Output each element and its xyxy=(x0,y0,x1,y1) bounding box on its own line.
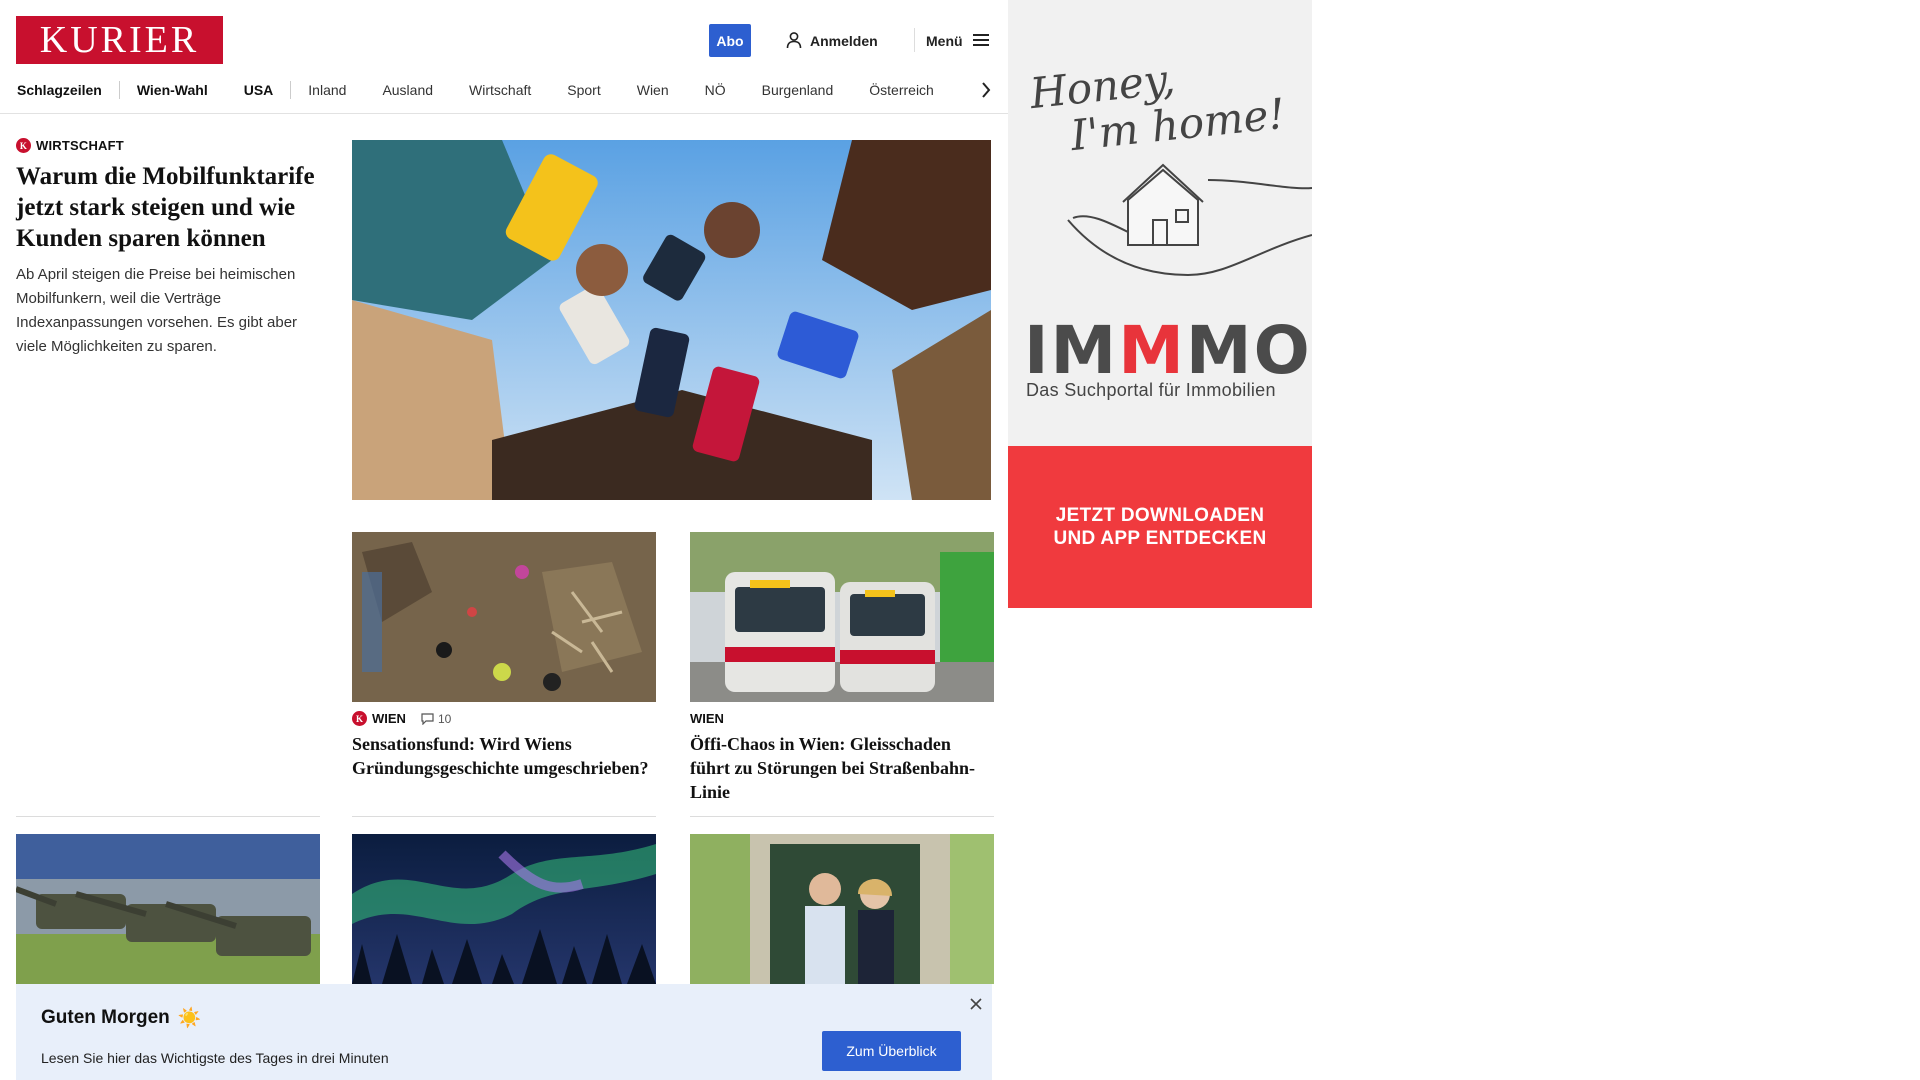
nav-item-oesterreich[interactable]: Österreich xyxy=(869,82,934,98)
nav-item-wien-wahl[interactable]: Wien-Wahl xyxy=(137,82,208,98)
morning-briefing-banner: Guten Morgen ☀️ Lesen Sie hier das Wicht… xyxy=(16,984,992,1080)
hamburger-icon xyxy=(972,33,989,50)
nav-scroll-right-button[interactable] xyxy=(974,78,998,102)
abo-button[interactable]: Abo xyxy=(709,24,751,57)
ad-subtitle: Das Suchportal für Immobilien xyxy=(1026,380,1276,400)
advertisement[interactable]: Honey, I'm home! IMMMO Das Suchportal fü… xyxy=(1008,0,1312,608)
lead-category: Wirtschaft xyxy=(36,138,124,153)
article-headline[interactable]: Sensationsfund: Wird Wiens Gründungsgesc… xyxy=(352,732,656,780)
login-button[interactable]: Anmelden xyxy=(786,30,878,52)
menu-label: Menü xyxy=(926,33,963,49)
article-card[interactable]: Wien Öffi-Chaos in Wien: Gleisschaden fü… xyxy=(690,532,994,804)
nav-item-ausland[interactable]: Ausland xyxy=(382,82,433,98)
ad-cta-line2: UND APP ENTDECKEN xyxy=(1053,528,1267,549)
lead-article[interactable]: K Wirtschaft Warum die Mobilfunktarife j… xyxy=(16,138,322,359)
divider xyxy=(16,816,320,817)
article-image[interactable] xyxy=(352,532,656,702)
article-meta: Wien xyxy=(690,711,994,726)
article-headline[interactable]: Öffi-Chaos in Wien: Gleisschaden führt z… xyxy=(690,732,994,804)
banner-title-text: Guten Morgen xyxy=(41,1007,170,1028)
nav-item-inland[interactable]: Inland xyxy=(308,82,346,98)
comment-count-value: 10 xyxy=(437,711,452,726)
article-image[interactable] xyxy=(690,834,994,984)
menu-button[interactable]: Menü xyxy=(926,30,989,52)
lead-image[interactable] xyxy=(352,140,991,500)
ad-tagline: Honey, I'm home! xyxy=(1028,45,1288,163)
article-image[interactable] xyxy=(690,532,994,702)
chevron-right-icon xyxy=(982,82,991,98)
nav-item-schlagzeilen[interactable]: Schlagzeilen xyxy=(17,82,102,98)
login-label: Anmelden xyxy=(810,33,878,49)
ad-download-button[interactable]: JETZT DOWNLOADEN UND APP ENTDECKEN xyxy=(1008,446,1312,608)
close-icon xyxy=(970,998,982,1010)
kurier-plus-badge: K xyxy=(352,711,367,726)
lead-kicker: K Wirtschaft xyxy=(16,138,322,153)
section-nav: Schlagzeilen Wien-Wahl USA Inland Auslan… xyxy=(17,79,934,101)
close-button[interactable] xyxy=(966,994,986,1014)
article-category: Wien xyxy=(690,711,724,726)
comment-count[interactable]: 10 xyxy=(421,712,451,726)
nav-divider xyxy=(290,81,292,99)
nav-item-noe[interactable]: NÖ xyxy=(705,82,726,98)
site-header: KURIER Abo Anmelden Menü Schlagzeilen Wi… xyxy=(0,0,1008,114)
user-icon xyxy=(786,31,802,52)
lead-headline[interactable]: Warum die Mobilfunktarife jetzt stark st… xyxy=(16,161,322,254)
banner-text: Lesen Sie hier das Wichtigste des Tages … xyxy=(41,1050,389,1066)
nav-item-burgenland[interactable]: Burgenland xyxy=(762,82,834,98)
comment-icon xyxy=(421,712,434,725)
house-in-hand-illustration xyxy=(1067,163,1312,277)
nav-item-wien[interactable]: Wien xyxy=(637,82,669,98)
nav-item-usa[interactable]: USA xyxy=(244,82,274,98)
ad-cta-line1: JETZT DOWNLOADEN xyxy=(1055,505,1265,526)
overview-button[interactable]: Zum Überblick xyxy=(822,1031,961,1071)
nav-item-sport[interactable]: Sport xyxy=(567,82,600,98)
article-image[interactable] xyxy=(352,834,656,984)
sun-icon: ☀️ xyxy=(177,1008,202,1029)
immmo-logo: IMMMO xyxy=(1024,312,1312,389)
kurier-plus-badge: K xyxy=(16,138,31,153)
banner-title: Guten Morgen ☀️ xyxy=(41,1006,201,1030)
header-divider xyxy=(914,28,915,52)
divider xyxy=(352,816,656,817)
article-meta: K Wien 10 xyxy=(352,711,656,726)
divider xyxy=(690,816,994,817)
article-card[interactable]: K Wien 10 Sensationsfund: Wird Wiens Grü… xyxy=(352,532,656,780)
article-image[interactable] xyxy=(16,834,320,984)
nav-divider xyxy=(118,81,120,99)
ad-visual: Honey, I'm home! IMMMO Das Suchportal fü… xyxy=(1008,0,1312,446)
article-category: Wien xyxy=(372,711,406,726)
nav-item-wirtschaft[interactable]: Wirtschaft xyxy=(469,82,531,98)
kurier-logo[interactable]: KURIER xyxy=(16,16,223,64)
lead-teaser: Ab April steigen die Preise bei heimisch… xyxy=(16,266,298,355)
